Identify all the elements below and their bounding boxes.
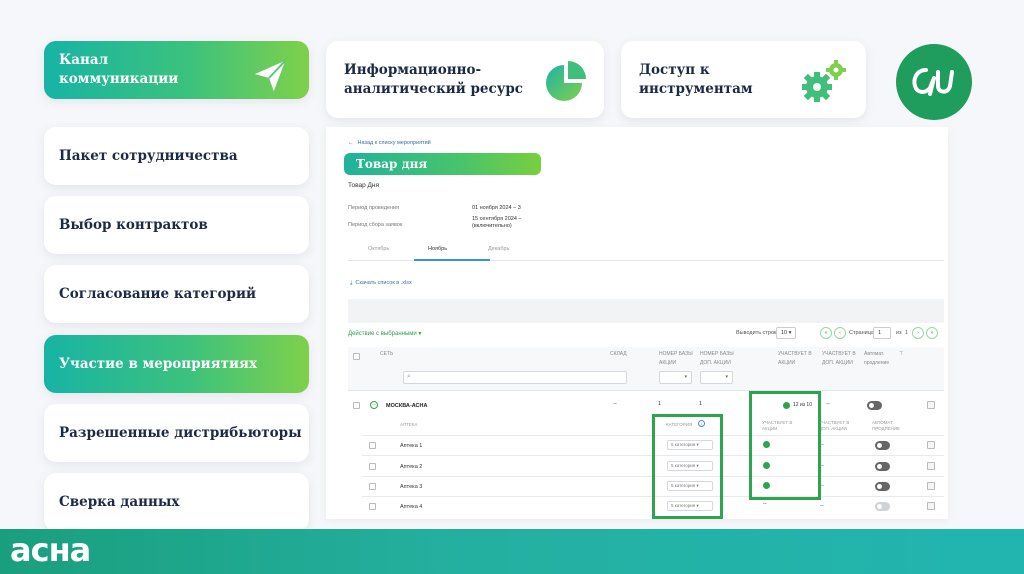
- last-page-button[interactable]: »: [926, 327, 938, 339]
- active-tab-indicator: [414, 259, 490, 261]
- event-subtitle: Товар Дня: [348, 182, 380, 189]
- user-icon[interactable]: [927, 441, 935, 449]
- month-tabs: Октябрь Ноябрь Декабрь: [348, 239, 944, 261]
- tab-november[interactable]: Ноябрь: [428, 246, 447, 252]
- row-checkbox[interactable]: [369, 442, 376, 449]
- period-label: Период проведения: [348, 205, 400, 211]
- card-label: Доступ к инструментам: [639, 62, 753, 97]
- select-all-checkbox[interactable]: [353, 353, 360, 360]
- col-pharmacy: АПТЕКА: [400, 422, 418, 427]
- group-participates-extra: --: [826, 401, 830, 407]
- pie-chart-icon: [546, 61, 586, 101]
- card-label: Информационно- аналитический ресурс: [344, 62, 524, 97]
- col-participates-extra: УЧАСТВУЕТ В ДОП. АКЦИИ: [822, 351, 856, 366]
- chevron-down-icon: ▾: [418, 331, 422, 337]
- row-checkbox[interactable]: [369, 463, 376, 470]
- tab-october[interactable]: Октябрь: [368, 246, 389, 252]
- col-auto-extend: Автомат. продление: [864, 351, 890, 366]
- period-value: 01 ноября 2024 – 3: [472, 205, 521, 211]
- user-icon[interactable]: [927, 482, 935, 490]
- collection-period-value: 15 сентября 2024 – (включительно): [472, 216, 522, 229]
- filter-strip: [348, 299, 944, 323]
- col-network: СЕТЬ: [380, 351, 394, 357]
- rows-per-page-label: Выводить строк: [736, 330, 777, 336]
- info-analytics-card[interactable]: Информационно- аналитический ресурс: [326, 41, 604, 118]
- brand-logo: асна: [10, 531, 91, 569]
- sidebar-item-data-reconciliation[interactable]: Сверка данных: [44, 473, 309, 531]
- participates: --: [763, 501, 767, 507]
- tools-access-card[interactable]: Доступ к инструментам: [621, 41, 866, 118]
- network-search-input[interactable]: ⌕: [403, 371, 627, 384]
- prev-page-button[interactable]: ‹: [834, 327, 846, 339]
- auto-toggle[interactable]: [875, 441, 890, 450]
- sidebar-item-label: Разрешенные дистрибьюторы: [59, 424, 302, 441]
- row-checkbox[interactable]: [369, 483, 376, 490]
- download-xlsx-link[interactable]: ⤓ Скачать список в .xlsx: [350, 280, 412, 287]
- pharmacy-name: Аптека 3: [400, 484, 423, 490]
- sidebar-item-allowed-distributors[interactable]: Разрешенные дистрибьюторы: [44, 404, 309, 462]
- download-icon: ⤓: [350, 280, 353, 286]
- col-base-number: НОМЕР БАЗЫ АКЦИИ: [659, 351, 693, 366]
- paper-plane-icon: [254, 60, 286, 92]
- user-icon[interactable]: [927, 502, 935, 510]
- page-label: Страница: [849, 330, 874, 336]
- group-network-name: МОСКВА-АСНА: [386, 403, 428, 409]
- sidebar-item-label: Сверка данных: [59, 493, 180, 510]
- col-sub-participates-extra: УЧАСТВУЕТ В ДОП. АКЦИИ: [819, 420, 850, 431]
- base-number-filter[interactable]: ▾: [659, 371, 692, 384]
- sidebar-item-event-participation[interactable]: Участие в мероприятиях: [44, 335, 309, 393]
- total-pages: 1: [905, 330, 909, 336]
- sidebar-item-label: Выбор контрактов: [59, 216, 208, 233]
- category-highlight: [652, 414, 723, 519]
- user-icon[interactable]: [927, 462, 935, 470]
- first-page-button[interactable]: «: [820, 327, 832, 339]
- participates-extra: --: [820, 503, 824, 509]
- page-input[interactable]: 1: [873, 327, 891, 339]
- filter-icon[interactable]: ⊤: [899, 350, 903, 359]
- gears-icon: [802, 60, 846, 102]
- sidebar-item-label: Участие в мероприятиях: [59, 355, 258, 372]
- group-warehouse: --: [613, 401, 617, 407]
- user-icon[interactable]: [927, 401, 935, 409]
- pharmacy-name: Аптека 4: [400, 504, 423, 510]
- row-checkbox[interactable]: [369, 503, 376, 510]
- page-title: Товар дня: [344, 153, 541, 175]
- next-page-button[interactable]: ›: [912, 327, 924, 339]
- event-screenshot-panel: ← Назад к списку мероприятий Товар дня То…: [326, 127, 948, 519]
- auto-toggle[interactable]: [875, 502, 890, 511]
- tab-december[interactable]: Декабрь: [488, 246, 509, 252]
- group-base-number: 1: [658, 401, 662, 407]
- pharmacy-name: Аптека 1: [400, 443, 423, 449]
- extra-number-filter[interactable]: ▾: [700, 371, 733, 384]
- group-auto-toggle[interactable]: [867, 401, 882, 410]
- page-of-label: из: [896, 330, 902, 336]
- footer-bar: асна: [0, 529, 1024, 574]
- sidebar-item-communication-channel[interactable]: Канал коммуникации: [44, 41, 309, 99]
- group-row-checkbox[interactable]: [353, 402, 360, 409]
- sidebar-item-label: Пакет сотрудничества: [59, 147, 238, 164]
- col-extra-number: НОМЕР БАЗЫ ДОП. АКЦИИ: [700, 351, 734, 366]
- asna-logo-icon: [896, 44, 972, 120]
- table-header: СЕТЬ СКЛАД НОМЕР БАЗЫ АКЦИИ НОМЕР БАЗЫ ДОП…: [348, 347, 944, 391]
- auto-toggle[interactable]: [875, 482, 890, 491]
- sidebar-item-label: Канал коммуникации: [59, 52, 179, 87]
- col-warehouse: СКЛАД: [610, 351, 627, 357]
- group-extra-number: 1: [699, 401, 703, 407]
- back-link[interactable]: ← Назад к списку мероприятий: [348, 140, 431, 146]
- sidebar-item-contract-selection[interactable]: Выбор контрактов: [44, 196, 309, 254]
- participation-highlight: [749, 391, 821, 500]
- arrow-left-icon: ←: [348, 140, 354, 146]
- auto-toggle[interactable]: [875, 462, 890, 471]
- collapse-icon[interactable]: −: [370, 401, 378, 409]
- pharmacy-name: Аптека 2: [400, 464, 423, 470]
- sidebar-item-label: Согласование категорий: [59, 285, 257, 302]
- sidebar-item-cooperation-package[interactable]: Пакет сотрудничества: [44, 127, 309, 185]
- sidebar-item-category-approval[interactable]: Согласование категорий: [44, 265, 309, 323]
- rows-per-page-select[interactable]: 10 ▾: [776, 327, 797, 339]
- bulk-action-select[interactable]: Действие с выбранными ▾: [348, 330, 421, 337]
- col-participates: УЧАСТВУЕТ В АКЦИИ: [778, 351, 812, 366]
- col-sub-auto: АВТОМАТ. ПРОДЛЕНИЕ: [872, 420, 901, 431]
- search-icon: ⌕: [407, 373, 411, 380]
- collection-period-label: Период сбора заявок: [348, 222, 403, 228]
